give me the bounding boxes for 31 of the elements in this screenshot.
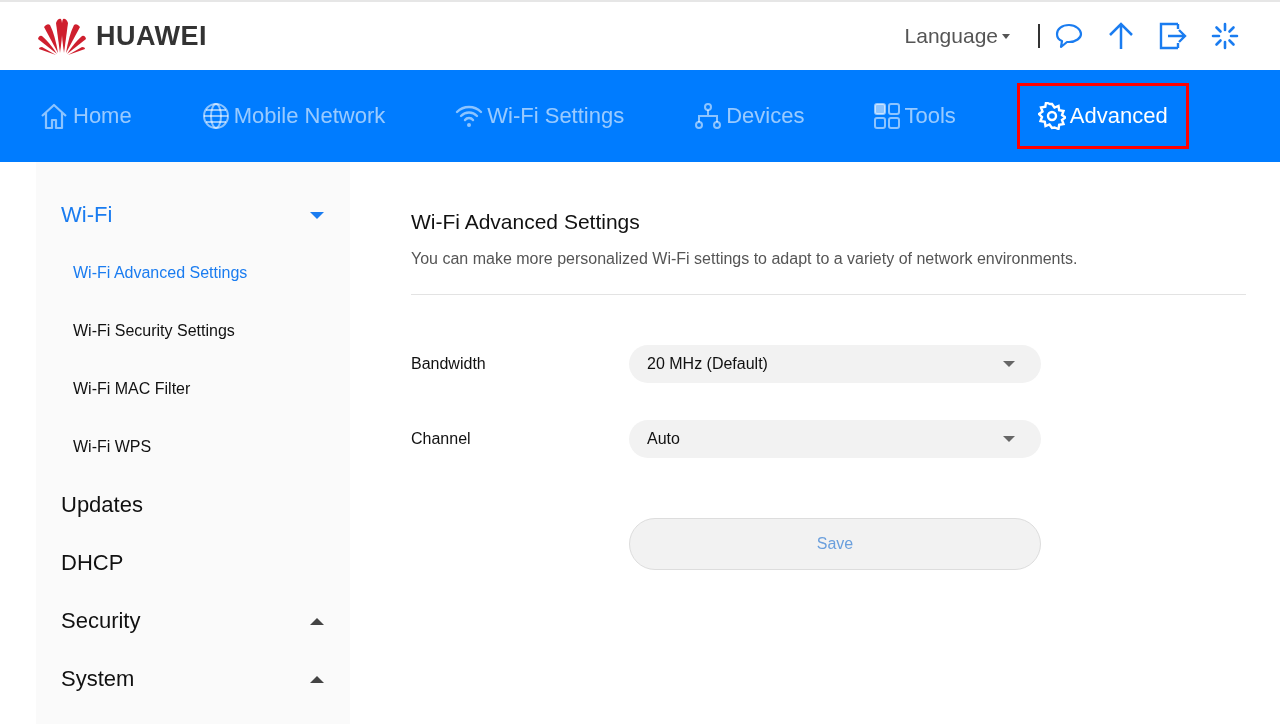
- sidebar-subitem[interactable]: Wi-Fi Security Settings: [36, 302, 350, 360]
- caret-icon: [310, 617, 324, 625]
- wifi-icon: [455, 104, 484, 128]
- sidebar-item[interactable]: Updates: [36, 476, 350, 534]
- caret-icon: [310, 211, 324, 219]
- field-label: Channel: [411, 430, 472, 448]
- sidebar-item[interactable]: DHCP: [36, 534, 350, 592]
- brand-name: HUAWEI: [96, 20, 207, 52]
- globe-icon: [201, 102, 230, 130]
- house-icon: [39, 101, 69, 131]
- sidebar-subitem[interactable]: Wi-Fi WPS: [36, 418, 350, 476]
- page-title: Wi-Fi Advanced Settings: [411, 210, 641, 234]
- nav-tab[interactable]: Advanced: [1016, 83, 1189, 149]
- network-icon: [694, 102, 723, 130]
- loading-icon: [1210, 21, 1240, 51]
- select-dropdown[interactable]: Auto: [629, 420, 1041, 458]
- logout-icon[interactable]: [1158, 21, 1188, 51]
- sidebar-item[interactable]: Wi-Fi: [36, 186, 350, 244]
- caret-icon: [310, 675, 324, 683]
- chat-bubble-icon[interactable]: [1054, 22, 1084, 50]
- language-dropdown[interactable]: Language: [904, 24, 1010, 48]
- sidebar-subitem[interactable]: Wi-Fi MAC Filter: [36, 360, 350, 418]
- field-label: Bandwidth: [411, 355, 487, 373]
- logo-icon: [36, 17, 88, 55]
- sidebar-item[interactable]: System: [36, 650, 350, 708]
- sidebar-subitem[interactable]: Wi-Fi Advanced Settings: [36, 244, 350, 302]
- select-dropdown[interactable]: 20 MHz (Default): [629, 345, 1041, 383]
- sidebar-item[interactable]: Security: [36, 592, 350, 650]
- page-description: You can make more personalized Wi-Fi settings to adapt to a variety of network environments.: [411, 250, 1079, 268]
- grid-icon: [874, 103, 901, 129]
- gear-icon: [1037, 102, 1066, 130]
